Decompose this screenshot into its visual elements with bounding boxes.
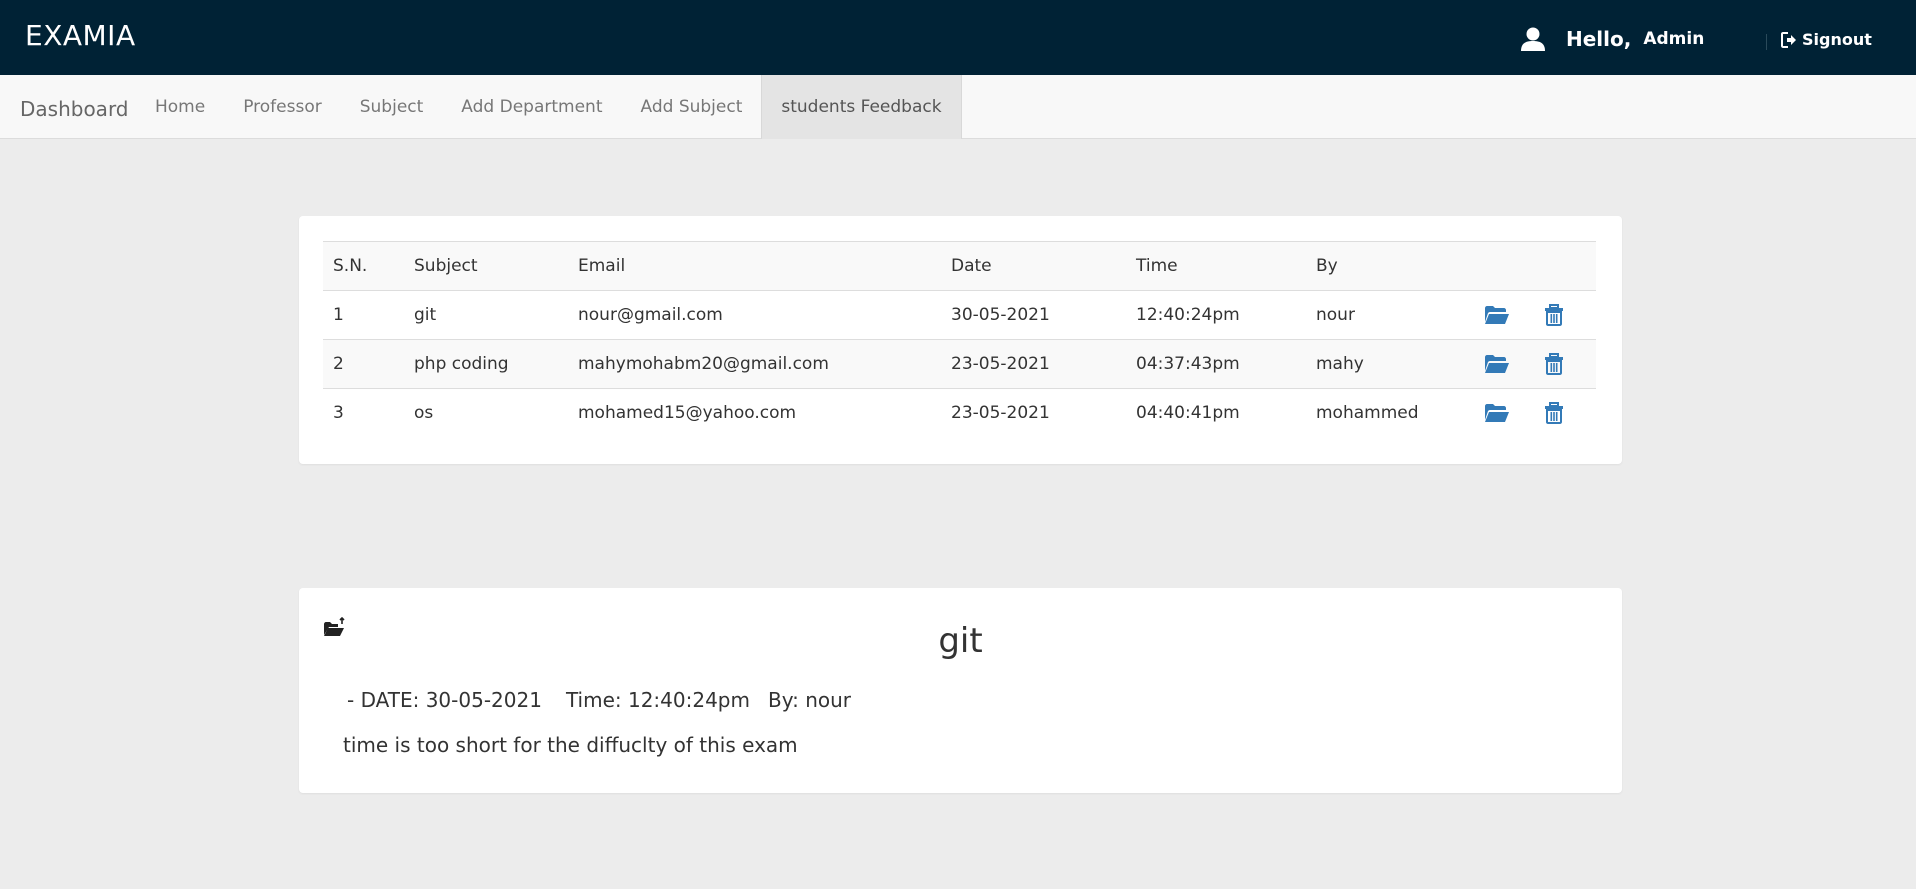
hello-text: Hello, <box>1566 27 1632 51</box>
by-label: By: <box>768 688 799 712</box>
cell-by: mahy <box>1306 339 1474 389</box>
nav-items: Home Professor Subject Add Department Ad… <box>136 75 962 139</box>
nav-item-home[interactable]: Home <box>136 75 224 139</box>
cell-sn: 3 <box>333 403 344 423</box>
user-icon <box>1520 26 1546 52</box>
header-divider <box>1766 34 1767 50</box>
cell-time: 04:37:43pm <box>1126 339 1306 389</box>
signout-icon <box>1780 31 1798 49</box>
cell-time: 12:40:24pm <box>1126 290 1306 340</box>
nav-item-subject[interactable]: Subject <box>341 75 443 139</box>
detail-meta: - DATE: 30-05-2021 Time: 12:40:24pm By: no… <box>347 688 851 712</box>
column-header-sn: S.N. <box>323 241 404 291</box>
nav-item-professor[interactable]: Professor <box>224 75 341 139</box>
cell-email: mohamed15@yahoo.com <box>578 403 797 423</box>
cell-subject-link[interactable]: php coding <box>404 339 568 389</box>
cell-delete <box>1534 290 1596 340</box>
table-row: 1 git nour@gmail.com 30-05-2021 12:40:24… <box>323 290 1596 340</box>
column-header-email: Email <box>568 241 941 291</box>
feedback-table-panel: S.N. Subject Email Date Time By 1 git no… <box>299 216 1622 464</box>
cell-delete <box>1534 389 1596 438</box>
nav-dashboard[interactable]: Dashboard <box>20 97 129 121</box>
cell-date: 30-05-2021 <box>941 290 1126 340</box>
column-header-open <box>1474 241 1534 291</box>
table-row: 2 php coding mahymohabm20@gmail.com 23-0… <box>323 339 1596 389</box>
folder-open-icon[interactable] <box>1484 402 1510 424</box>
time-label: Time: <box>565 688 622 712</box>
table-row: 3 os mohamed15@yahoo.com 23-05-2021 04:4… <box>323 389 1596 438</box>
cell-time: 04:40:41pm <box>1136 403 1240 423</box>
column-header-subject: Subject <box>404 241 568 291</box>
column-header-delete <box>1534 241 1596 291</box>
date-label: - DATE: <box>347 688 420 712</box>
folder-open-icon[interactable] <box>1484 353 1510 375</box>
cell-open <box>1474 339 1534 389</box>
nav-item-add-subject[interactable]: Add Subject <box>622 75 762 139</box>
trash-icon[interactable] <box>1544 402 1570 424</box>
trash-icon[interactable] <box>1544 353 1570 375</box>
cell-sn: 1 <box>323 290 404 340</box>
signout-label: Signout <box>1802 30 1872 49</box>
main-navbar: Dashboard Home Professor Subject Add Dep… <box>0 75 1916 139</box>
signout-button[interactable]: Signout <box>1780 30 1872 49</box>
column-header-by: By <box>1306 241 1474 291</box>
feedback-message: time is too short for the diffuclty of t… <box>343 733 798 757</box>
folder-open-icon[interactable] <box>1484 304 1510 326</box>
user-greeting: Hello, Admin <box>1520 26 1704 52</box>
table-header-row: S.N. Subject Email Date Time By <box>323 241 1596 291</box>
feedback-detail-panel: git - DATE: 30-05-2021 Time: 12:40:24pm By… <box>299 588 1622 793</box>
brand-logo[interactable]: EXAMIA <box>25 22 136 50</box>
date-value: 30-05-2021 <box>425 688 542 712</box>
cell-open <box>1474 389 1534 438</box>
time-value: 12:40:24pm <box>627 688 750 712</box>
trash-icon[interactable] <box>1544 304 1570 326</box>
detail-title: git <box>938 621 983 661</box>
nav-item-add-department[interactable]: Add Department <box>442 75 621 139</box>
nav-item-students-feedback[interactable]: students Feedback <box>761 75 962 139</box>
cell-email: mahymohabm20@gmail.com <box>568 339 941 389</box>
cell-subject-link[interactable]: os <box>404 389 568 438</box>
user-name: Admin <box>1643 29 1705 49</box>
cell-delete <box>1534 339 1596 389</box>
cell-open <box>1474 290 1534 340</box>
column-header-date: Date <box>941 241 1126 291</box>
cell-subject-link[interactable]: git <box>404 290 568 340</box>
cell-sn: 2 <box>323 339 404 389</box>
cell-by: nour <box>1306 290 1474 340</box>
cell-email: nour@gmail.com <box>568 290 941 340</box>
feedback-table: S.N. Subject Email Date Time By 1 git no… <box>323 241 1596 437</box>
top-header: EXAMIA Hello, Admin Signout <box>0 0 1916 75</box>
cell-by: mohammed <box>1316 403 1419 423</box>
cell-date: 23-05-2021 <box>941 339 1126 389</box>
cell-date: 23-05-2021 <box>951 403 1050 423</box>
by-value: nour <box>805 688 852 712</box>
column-header-time: Time <box>1126 241 1306 291</box>
